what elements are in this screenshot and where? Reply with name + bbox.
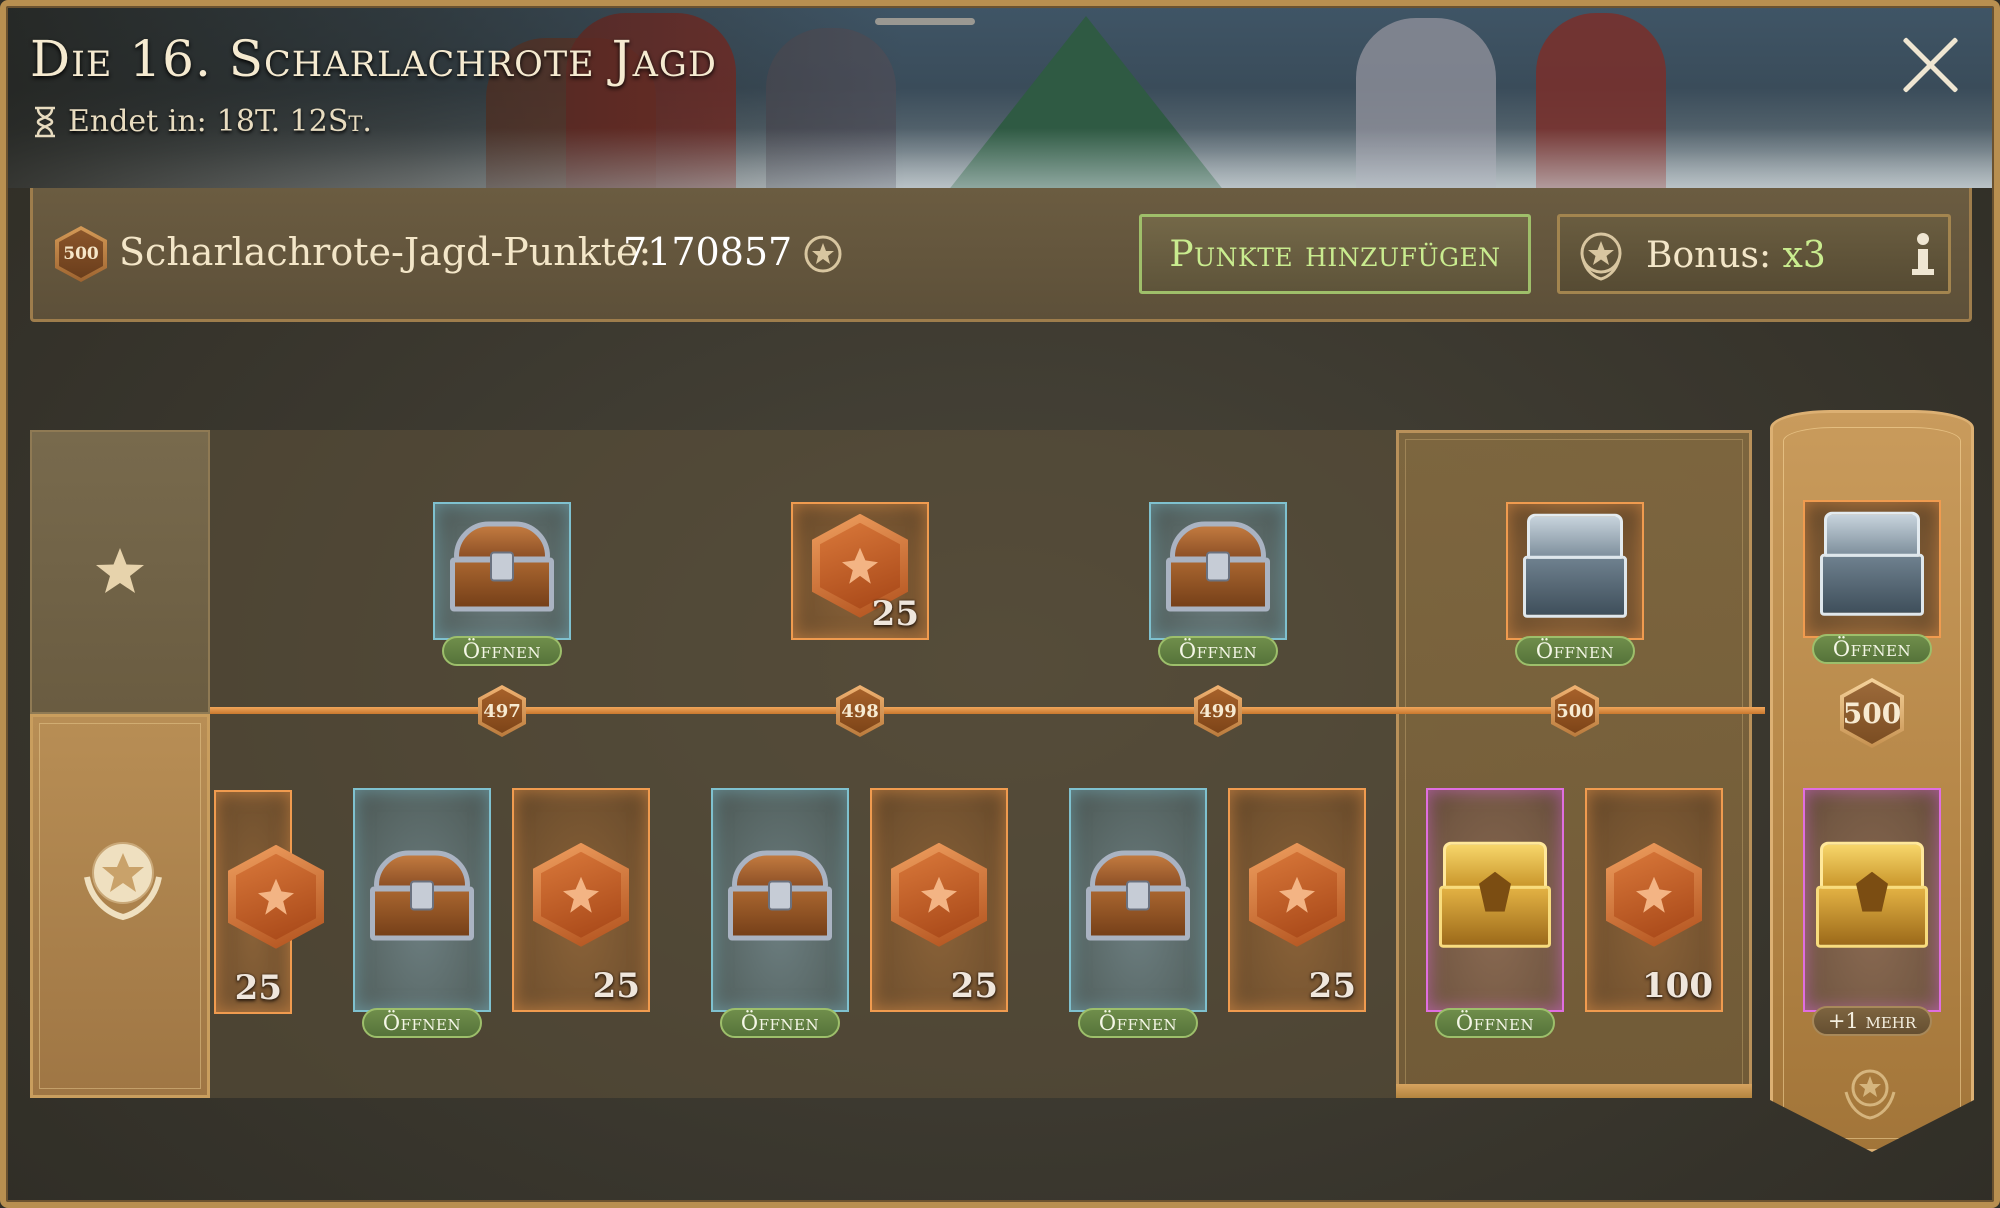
- reward-quantity: 25: [234, 968, 282, 1008]
- close-icon[interactable]: [1898, 32, 1964, 98]
- laurel-medal-icon: [1580, 232, 1622, 281]
- drag-handle[interactable]: [875, 18, 975, 25]
- premium-tier-header: [30, 714, 210, 1098]
- token-icon: [533, 842, 629, 947]
- free-reward-card[interactable]: [1149, 502, 1287, 640]
- token-icon: [891, 842, 987, 947]
- level-badge: 500: [55, 226, 107, 282]
- open-button[interactable]: Öffnen: [1078, 1008, 1198, 1038]
- open-button[interactable]: Öffnen: [1435, 1008, 1555, 1038]
- open-button[interactable]: Öffnen: [1515, 636, 1635, 666]
- wooden-chest-icon: [450, 521, 554, 612]
- hourglass-icon: [35, 106, 55, 137]
- points-bar: 500 Scharlachrote-Jagd-Punkte: 7170857 P…: [30, 188, 1972, 322]
- level-number: 497: [483, 700, 521, 722]
- event-timer: Endet in: 18T. 12St.: [32, 104, 372, 139]
- wooden-chest-icon: [728, 850, 832, 941]
- open-button[interactable]: Öffnen: [720, 1008, 840, 1038]
- premium-reward-card[interactable]: 25: [512, 788, 650, 1012]
- laurel-medal-icon: [1844, 1069, 1896, 1120]
- premium-reward-card[interactable]: 100: [1585, 788, 1723, 1012]
- wooden-chest-icon: [1166, 521, 1270, 612]
- level-number: 498: [841, 700, 879, 722]
- level-node: 499: [1194, 685, 1242, 737]
- more-rewards-button[interactable]: +1 mehr: [1812, 1006, 1932, 1036]
- free-reward-card[interactable]: [433, 502, 571, 640]
- open-button[interactable]: Öffnen: [1812, 634, 1932, 664]
- medal-icon: [804, 235, 842, 273]
- silver-chest-icon: [1820, 511, 1924, 616]
- final-level-number: 500: [1842, 696, 1902, 730]
- open-button[interactable]: Öffnen: [1158, 636, 1278, 666]
- points-value: 7170857: [623, 230, 793, 274]
- reward-quantity: 25: [592, 966, 640, 1006]
- points-label: Scharlachrote-Jagd-Punkte:: [119, 230, 652, 274]
- reward-quantity: 25: [950, 966, 998, 1006]
- premium-reward-card[interactable]: [711, 788, 849, 1012]
- add-points-button[interactable]: Punkte hinzufügen: [1139, 214, 1531, 294]
- laurel-medal-icon: [84, 842, 162, 921]
- premium-reward-card[interactable]: 25: [870, 788, 1008, 1012]
- info-icon[interactable]: [1910, 231, 1936, 281]
- free-reward-card[interactable]: 25: [791, 502, 929, 640]
- final-level-node: 500: [1840, 678, 1904, 748]
- wooden-chest-icon: [370, 850, 474, 941]
- token-icon: [1606, 842, 1702, 947]
- level-node: 498: [836, 685, 884, 737]
- bonus-label: Bonus: x3: [1646, 235, 1826, 276]
- reward-quantity: 25: [1308, 966, 1356, 1006]
- bonus-value: x3: [1782, 235, 1826, 276]
- timer-value: 18T. 12St.: [216, 104, 372, 139]
- level-badge-value: 500: [63, 244, 99, 264]
- token-icon: [228, 844, 324, 949]
- reward-quantity: 25: [871, 594, 919, 634]
- wooden-chest-icon: [1086, 850, 1190, 941]
- premium-reward-card[interactable]: [1069, 788, 1207, 1012]
- tier-column: [30, 430, 210, 1098]
- reward-quantity: 100: [1642, 966, 1713, 1006]
- level-number: 500: [1556, 700, 1594, 722]
- timer-label: Endet in:: [68, 104, 207, 139]
- level-node: 500: [1551, 685, 1599, 737]
- silver-chest-icon: [1523, 513, 1627, 618]
- token-icon: [1249, 842, 1345, 947]
- level-number: 499: [1199, 700, 1237, 722]
- star-icon: [96, 548, 144, 593]
- gold-chest-icon: [1816, 841, 1928, 948]
- event-title: Die 16. Scharlachrote Jagd: [30, 30, 717, 88]
- premium-reward-card[interactable]: [1426, 788, 1564, 1012]
- level-node: 497: [478, 685, 526, 737]
- final-premium-reward-card[interactable]: [1803, 788, 1941, 1012]
- reward-card-partial[interactable]: 25: [214, 790, 324, 1014]
- final-free-reward-card[interactable]: [1803, 500, 1941, 638]
- premium-reward-card[interactable]: 25: [1228, 788, 1366, 1012]
- free-reward-card[interactable]: [1506, 502, 1644, 640]
- bonus-text: Bonus:: [1646, 235, 1772, 276]
- gold-chest-icon: [1439, 841, 1551, 948]
- track-progress-line: [210, 707, 1765, 714]
- premium-reward-card[interactable]: [353, 788, 491, 1012]
- open-button[interactable]: Öffnen: [442, 636, 562, 666]
- milestone-highlight-bar: [1396, 1084, 1752, 1098]
- open-button[interactable]: Öffnen: [362, 1008, 482, 1038]
- free-tier-header: [30, 430, 210, 714]
- bonus-panel[interactable]: Bonus: x3: [1557, 214, 1951, 294]
